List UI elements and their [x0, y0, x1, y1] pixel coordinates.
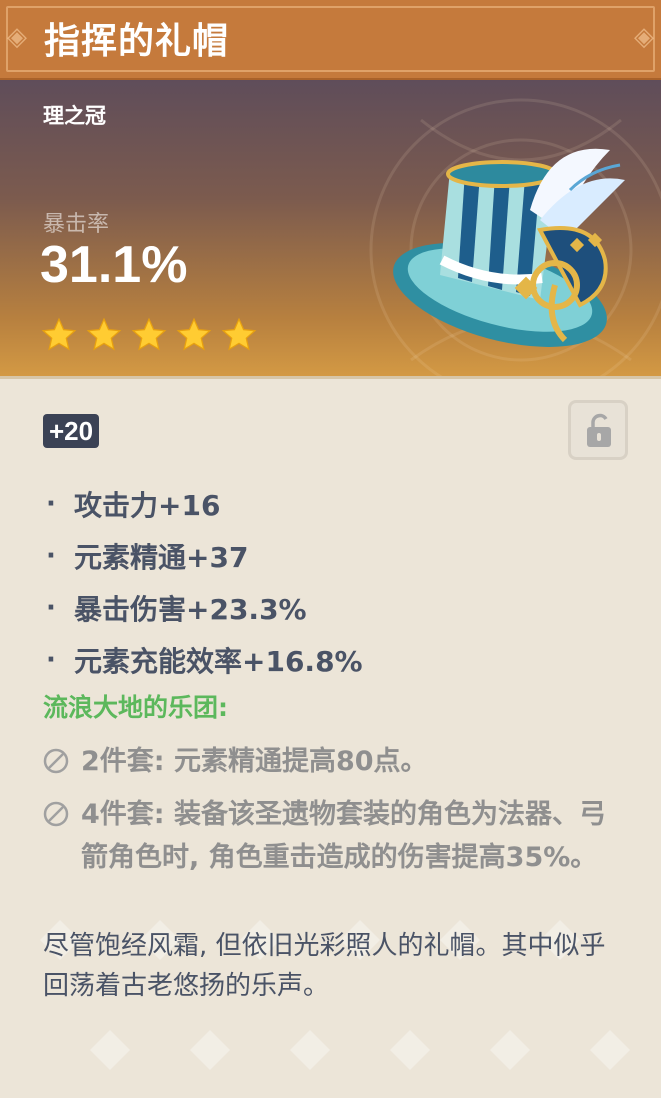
artifact-hat-image	[393, 148, 625, 347]
set-name: 流浪大地的乐团:	[43, 693, 228, 722]
set-bonus-2: 2件套: 元素精通提高80点。	[43, 740, 611, 783]
lock-button[interactable]	[568, 400, 628, 460]
substat-item: · 元素充能效率+16.8%	[46, 634, 363, 686]
main-stat-label: 暴击率	[43, 212, 110, 237]
star-icon	[86, 317, 122, 351]
star-icon	[221, 317, 257, 351]
header-bar: ◈ ◈ 指挥的礼帽	[0, 0, 661, 80]
star-icon	[176, 317, 212, 351]
set-bonus-4: 4件套: 装备该圣遗物套装的角色为法器、弓箭角色时, 角色重击造成的伤害提高35…	[43, 793, 611, 879]
substat-list: · 攻击力+16 · 元素精通+37 · 暴击伤害+23.3% · 元素充能效率+16.…	[46, 478, 363, 686]
substat-item: · 暴击伤害+23.3%	[46, 582, 363, 634]
hero-section: 理之冠 暴击率 31.1%	[0, 80, 661, 378]
artifact-slot: 理之冠	[43, 104, 106, 128]
artifact-card: ◈ ◈ 指挥的礼帽 理之冠 暴击率 31.1% +20 · 攻击力+16 · 元…	[0, 0, 661, 1098]
inactive-set-icon	[43, 748, 69, 774]
artifact-name: 指挥的礼帽	[44, 21, 230, 62]
substat-item: · 攻击力+16	[46, 478, 363, 530]
rarity-stars	[40, 316, 258, 354]
substat-item: · 元素精通+37	[46, 530, 363, 582]
star-icon	[41, 317, 77, 351]
substat-text: 元素充能效率+16.8%	[74, 645, 363, 678]
inactive-set-icon	[43, 801, 69, 827]
substat-text: 攻击力+16	[74, 489, 221, 522]
main-stat-value: 31.1%	[40, 236, 188, 294]
set-bonus-4-text: 4件套: 装备该圣遗物套装的角色为法器、弓箭角色时, 角色重击造成的伤害提高35…	[81, 799, 606, 873]
substat-text: 暴击伤害+23.3%	[74, 593, 307, 626]
star-icon	[131, 317, 167, 351]
level-badge: +20	[43, 414, 100, 448]
artifact-description: 尽管饱经风霜, 但依旧光彩照人的礼帽。其中似乎回荡着古老悠扬的乐声。	[43, 931, 606, 1001]
set-bonus-2-text: 2件套: 元素精通提高80点。	[81, 746, 428, 777]
hero-divider	[0, 376, 661, 379]
substat-text: 元素精通+37	[74, 541, 249, 574]
unlock-icon	[587, 413, 611, 447]
ornament-left-icon: ◈	[7, 22, 27, 52]
ornament-right-icon: ◈	[634, 22, 654, 52]
